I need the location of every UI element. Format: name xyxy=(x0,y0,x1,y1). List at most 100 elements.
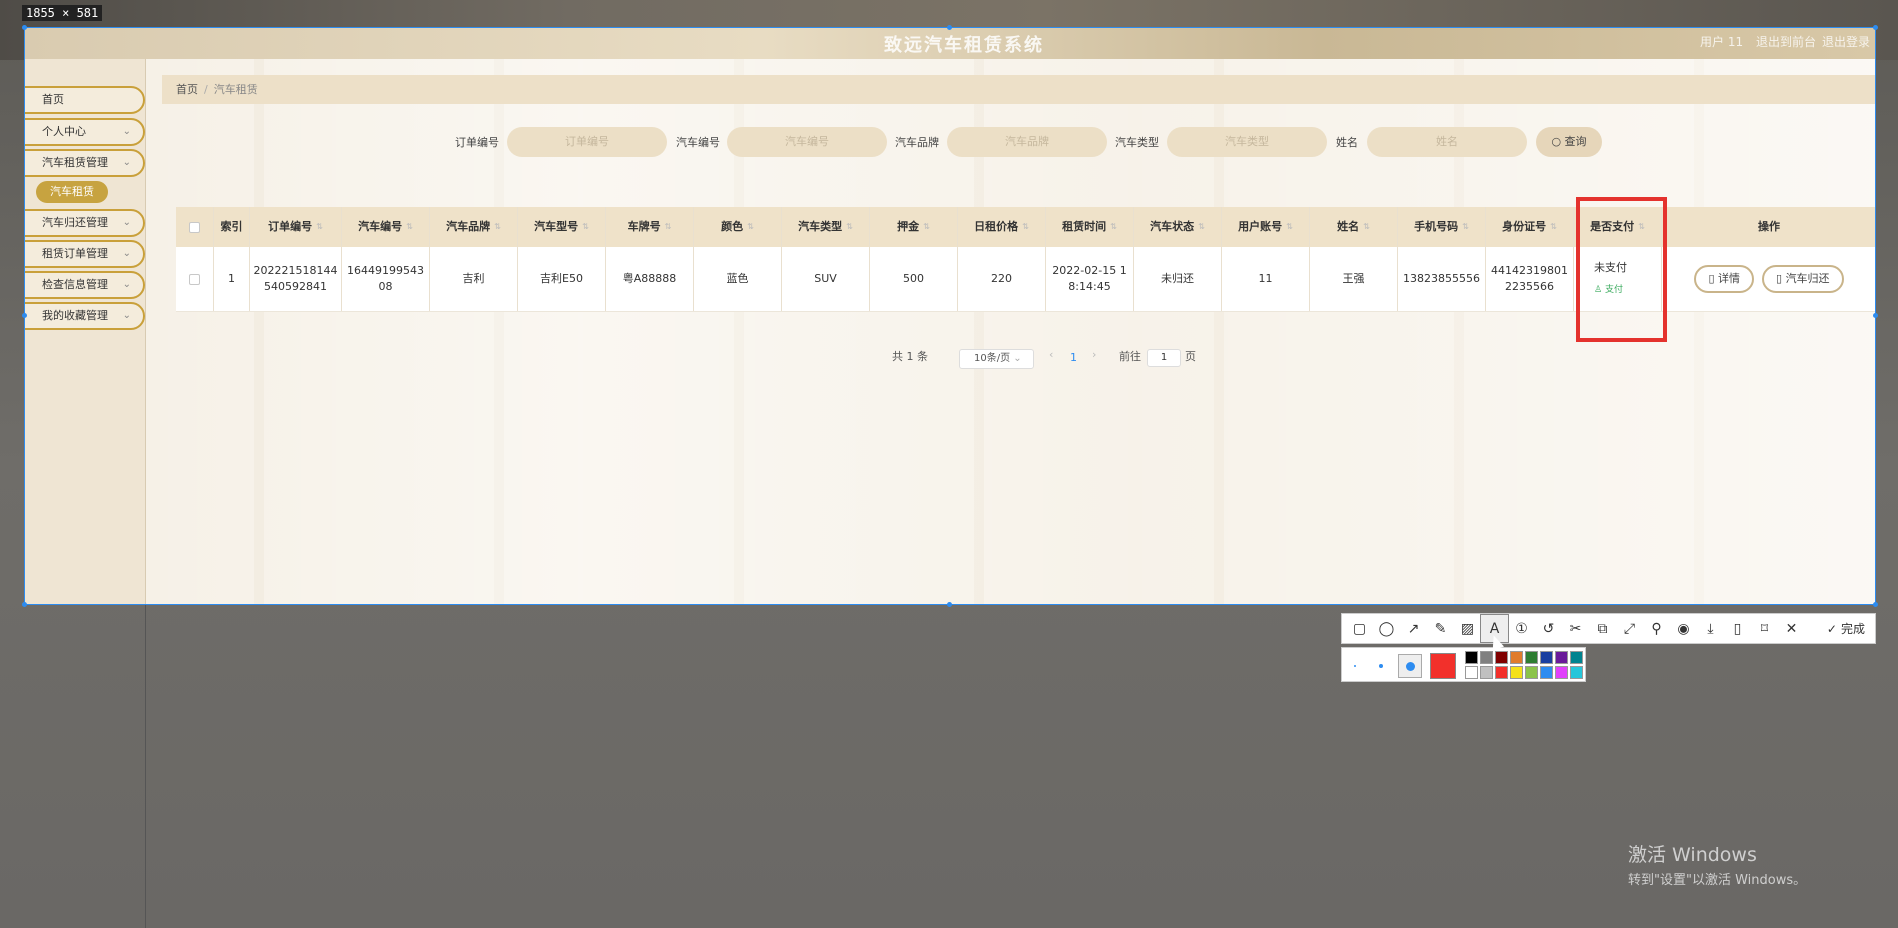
scroll-capture-icon[interactable]: ⤢ xyxy=(1616,615,1643,642)
col-header-status[interactable]: 汽车状态 ⇅ xyxy=(1134,207,1222,247)
resize-handle[interactable] xyxy=(22,25,27,30)
record-icon[interactable]: ◉ xyxy=(1670,615,1697,642)
col-header-deposit[interactable]: 押金 ⇅ xyxy=(870,207,958,247)
order-no-input[interactable]: 订单编号 xyxy=(507,127,667,157)
color-swatch[interactable] xyxy=(1510,666,1523,679)
row-checkbox-cell[interactable] xyxy=(176,247,214,311)
color-swatch[interactable] xyxy=(1465,651,1478,664)
large-size-option[interactable] xyxy=(1398,654,1422,678)
pen-icon[interactable]: ✎ xyxy=(1427,615,1454,642)
pin-icon[interactable]: ⚲ xyxy=(1643,615,1670,642)
col-header-daily-price[interactable]: 日租价格 ⇅ xyxy=(958,207,1046,247)
sidebar-item-return[interactable]: 汽车归还管理 ⌄ xyxy=(24,209,145,237)
select-all-checkbox[interactable] xyxy=(176,207,214,247)
cell-model: 吉利E50 xyxy=(518,247,606,311)
close-icon[interactable]: ✕ xyxy=(1778,615,1805,642)
number-marker-icon[interactable]: ① xyxy=(1508,615,1535,642)
color-swatch[interactable] xyxy=(1495,651,1508,664)
next-page-icon[interactable]: › xyxy=(1092,348,1096,361)
resize-handle[interactable] xyxy=(1873,313,1878,318)
chevron-down-icon: ⌄ xyxy=(122,157,131,168)
checkbox[interactable] xyxy=(189,221,200,233)
sidebar-item-favorites[interactable]: 我的收藏管理 ⌄ xyxy=(24,302,145,330)
row-checkbox[interactable] xyxy=(189,273,200,285)
breadcrumb-home[interactable]: 首页 xyxy=(176,83,198,96)
color-swatch[interactable] xyxy=(1495,666,1508,679)
search-button[interactable]: ○ 查询 xyxy=(1536,127,1602,157)
phone-icon[interactable]: ▯ xyxy=(1724,615,1751,642)
return-car-button[interactable]: ▯ 汽车归还 xyxy=(1762,265,1844,293)
undo-icon[interactable]: ↺ xyxy=(1535,615,1562,642)
color-swatch[interactable] xyxy=(1525,651,1538,664)
col-header-id-no[interactable]: 身份证号 ⇅ xyxy=(1486,207,1574,247)
name-input[interactable]: 姓名 xyxy=(1367,127,1527,157)
small-size-dot[interactable] xyxy=(1354,665,1356,667)
arrow-icon[interactable]: ↗ xyxy=(1400,615,1427,642)
chevron-down-icon: ⌄ xyxy=(122,279,131,290)
color-swatch[interactable] xyxy=(1465,666,1478,679)
download-icon[interactable]: ⤓ xyxy=(1697,615,1724,642)
col-header-name[interactable]: 姓名 ⇅ xyxy=(1310,207,1398,247)
col-header-account[interactable]: 用户账号 ⇅ xyxy=(1222,207,1310,247)
search-label-car-no: 汽车编号 xyxy=(676,136,720,149)
color-swatch[interactable] xyxy=(1570,651,1583,664)
resize-handle[interactable] xyxy=(22,602,27,607)
header-front-link[interactable]: 退出到前台 xyxy=(1756,33,1816,50)
resize-handle[interactable] xyxy=(947,25,952,30)
red-highlight-box xyxy=(1576,197,1667,342)
color-swatch[interactable] xyxy=(1525,666,1538,679)
mosaic-icon[interactable]: ▨ xyxy=(1454,615,1481,642)
sidebar-item-orders[interactable]: 租赁订单管理 ⌄ xyxy=(24,240,145,268)
sidebar-subitem-rental[interactable]: 汽车租赁 xyxy=(36,181,108,203)
ocr-icon[interactable]: ⧉ xyxy=(1589,615,1616,642)
col-header-rent-time[interactable]: 租赁时间 ⇅ xyxy=(1046,207,1134,247)
sidebar-item-profile[interactable]: 个人中心 ⌄ xyxy=(24,118,145,146)
type-input[interactable]: 汽车类型 xyxy=(1167,127,1327,157)
prev-page-icon[interactable]: ‹ xyxy=(1049,348,1053,361)
color-swatch[interactable] xyxy=(1540,666,1553,679)
col-header-plate[interactable]: 车牌号 ⇅ xyxy=(606,207,694,247)
col-header-phone[interactable]: 手机号码 ⇅ xyxy=(1398,207,1486,247)
color-swatch[interactable] xyxy=(1555,651,1568,664)
col-header-order-no[interactable]: 订单编号 ⇅ xyxy=(250,207,342,247)
resize-handle[interactable] xyxy=(1873,602,1878,607)
rectangle-icon[interactable]: ▢ xyxy=(1346,615,1373,642)
header-logout-link[interactable]: 退出登录 xyxy=(1822,33,1870,50)
col-header-car-no[interactable]: 汽车编号 ⇅ xyxy=(342,207,430,247)
done-button[interactable]: ✓ 完成 xyxy=(1827,620,1875,637)
header-user[interactable]: 用户 11 xyxy=(1700,33,1743,50)
sidebar-item-home[interactable]: 首页 xyxy=(24,86,145,114)
color-swatch[interactable] xyxy=(1480,666,1493,679)
brand-input[interactable]: 汽车品牌 xyxy=(947,127,1107,157)
color-swatch[interactable] xyxy=(1570,666,1583,679)
sidebar: 首页 个人中心 ⌄ 汽车租赁管理 ⌄ 汽车租赁 汽车归还管理 ⌄ 租赁订单管理 ⌄ 检查… xyxy=(24,59,146,605)
resize-handle[interactable] xyxy=(947,602,952,607)
sidebar-item-inspection[interactable]: 检查信息管理 ⌄ xyxy=(24,271,145,299)
cell-index: 1 xyxy=(214,247,250,311)
col-header-model[interactable]: 汽车型号 ⇅ xyxy=(518,207,606,247)
page-number[interactable]: 1 xyxy=(1070,351,1077,364)
car-no-input[interactable]: 汽车编号 xyxy=(727,127,887,157)
medium-size-dot[interactable] xyxy=(1379,664,1383,668)
color-swatch[interactable] xyxy=(1510,651,1523,664)
current-color-swatch[interactable] xyxy=(1430,653,1456,679)
col-header-color[interactable]: 颜色 ⇅ xyxy=(694,207,782,247)
color-swatch[interactable] xyxy=(1540,651,1553,664)
detail-button[interactable]: ▯ 详情 xyxy=(1694,265,1754,293)
search-label-name: 姓名 xyxy=(1336,136,1358,149)
ellipse-icon[interactable]: ◯ xyxy=(1373,615,1400,642)
goto-page-input[interactable]: 1 xyxy=(1147,349,1181,367)
col-header-brand[interactable]: 汽车品牌 ⇅ xyxy=(430,207,518,247)
col-header-actions: 操作 xyxy=(1758,220,1780,233)
color-swatch[interactable] xyxy=(1480,651,1493,664)
bookmark-icon[interactable]: ⌑ xyxy=(1751,615,1778,642)
resize-handle[interactable] xyxy=(22,313,27,318)
cell-account: 11 xyxy=(1222,247,1310,311)
sidebar-item-rental[interactable]: 汽车租赁管理 ⌄ xyxy=(24,149,145,177)
resize-handle[interactable] xyxy=(1873,25,1878,30)
sidebar-item-label: 个人中心 xyxy=(42,125,86,138)
page-size-select[interactable]: 10条/页 ⌄ xyxy=(959,349,1034,369)
scissors-icon[interactable]: ✂ xyxy=(1562,615,1589,642)
color-swatch[interactable] xyxy=(1555,666,1568,679)
col-header-type[interactable]: 汽车类型 ⇅ xyxy=(782,207,870,247)
